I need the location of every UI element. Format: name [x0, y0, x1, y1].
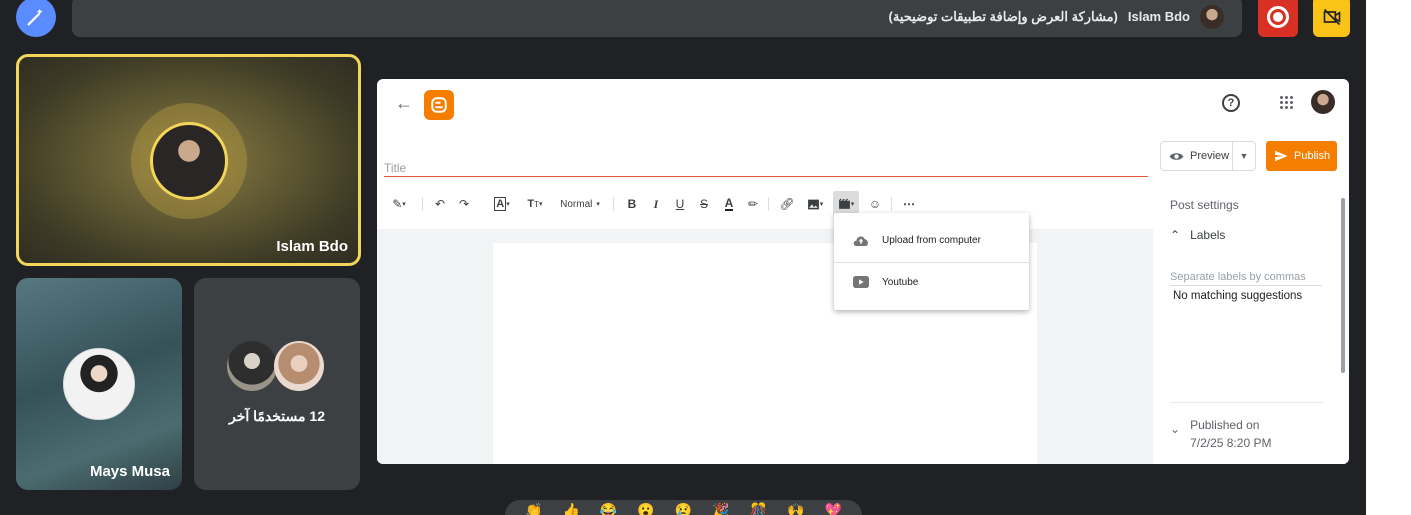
publish-label: Publish — [1294, 150, 1331, 162]
chevron-down-icon: ▼ — [1239, 151, 1249, 161]
participant-tile-active[interactable]: Islam Bdo — [16, 54, 361, 266]
published-on-value: 7/2/25 8:20 PM — [1190, 436, 1272, 450]
camera-off-button[interactable] — [1313, 0, 1350, 37]
highlight-icon[interactable]: ✏ — [745, 191, 761, 217]
reactions-bar: 👏 👍 😂 😮 😢 🎉 🎊 🙌 💖 — [505, 500, 862, 515]
preview-label: Preview — [1190, 150, 1230, 162]
preview-dropdown-button[interactable]: ▼ — [1232, 141, 1256, 171]
send-icon — [1275, 150, 1288, 162]
help-icon[interactable]: ? — [1222, 94, 1240, 112]
toolbar-divider — [613, 197, 614, 211]
presenter-name: Islam Bdo — [1127, 9, 1190, 24]
post-settings-title: Post settings — [1170, 198, 1239, 212]
strikethrough-icon[interactable]: S — [697, 191, 711, 217]
chevron-down-icon: ⌄ — [1170, 422, 1181, 436]
reaction-icon[interactable]: 😮 — [637, 502, 654, 515]
reaction-icon[interactable]: 😂 — [600, 502, 617, 515]
redo-icon[interactable]: ↷ — [456, 191, 472, 217]
image-icon[interactable]: ▾ — [804, 191, 826, 217]
video-insert-menu: Upload from computer Youtube — [834, 213, 1029, 310]
post-settings-panel: Post settings ⌃ Labels No matching sugge… — [1154, 184, 1349, 464]
reaction-icon[interactable]: 🎉 — [712, 502, 729, 515]
menu-item-label: Upload from computer — [882, 234, 981, 246]
post-title-input[interactable] — [384, 153, 1148, 177]
back-arrow-icon[interactable]: ← — [395, 93, 413, 114]
apps-grid-icon[interactable] — [1280, 96, 1294, 110]
magic-wand-icon — [27, 8, 43, 26]
font-icon[interactable]: A ▾ — [491, 191, 513, 217]
editor-toolbar: ✎ ▾ ↶ ↷ A ▾ T T ▾ Normal ▾ B I U S A ✏ 🔗︎ ▾ … — [377, 191, 1153, 217]
participant-tile[interactable]: Mays Musa — [16, 278, 182, 490]
link-icon[interactable]: 🔗︎ — [779, 191, 795, 217]
upload-from-computer-item[interactable]: Upload from computer — [834, 220, 1029, 260]
reaction-icon[interactable]: 👍 — [562, 502, 579, 515]
labels-input[interactable] — [1170, 268, 1322, 286]
published-on-section[interactable]: ⌄ Published on 7/2/25 8:20 PM — [1170, 416, 1271, 452]
no-suggestions-text: No matching suggestions — [1173, 290, 1303, 302]
reaction-icon[interactable]: 👏 — [525, 502, 542, 515]
shared-screen: ← ? Preview ▼ — [377, 79, 1349, 464]
reaction-icon[interactable]: 💖 — [825, 502, 842, 515]
text-size-icon[interactable]: T T ▾ — [524, 191, 546, 217]
reaction-icon[interactable]: 🙌 — [787, 502, 804, 515]
profile-avatar[interactable] — [1311, 90, 1335, 114]
undo-icon[interactable]: ↶ — [432, 191, 448, 217]
camera-off-icon — [1323, 8, 1340, 25]
blogger-icon — [431, 97, 447, 113]
youtube-item[interactable]: Youtube — [834, 262, 1029, 302]
eye-icon — [1169, 152, 1184, 160]
chevron-up-icon: ⌃ — [1170, 228, 1181, 242]
participant-name: Mays Musa — [89, 463, 170, 480]
presentation-banner: (مشاركة العرض وإضافة تطبيقات توضيحية) Is… — [72, 0, 1242, 37]
cloud-upload-icon — [852, 233, 870, 247]
participant-name: Islam Bdo — [276, 238, 348, 255]
preview-button[interactable]: Preview — [1160, 141, 1232, 171]
others-tile[interactable]: 12 مستخدمًا آخر — [194, 278, 360, 490]
blogger-logo[interactable] — [424, 90, 454, 120]
presentation-subtitle: (مشاركة العرض وإضافة تطبيقات توضيحية) — [888, 8, 1118, 24]
record-icon — [1267, 5, 1289, 28]
underline-icon[interactable]: U — [673, 191, 687, 217]
bold-icon[interactable]: B — [625, 191, 639, 217]
avatar — [63, 348, 135, 420]
labels-section-toggle[interactable]: ⌃ Labels — [1170, 228, 1225, 242]
scrollbar-thumb[interactable] — [1341, 198, 1345, 373]
toolbar-divider — [768, 197, 769, 211]
section-divider — [1170, 402, 1324, 403]
reaction-icon[interactable]: 🎊 — [750, 502, 767, 515]
meet-window: (مشاركة العرض وإضافة تطبيقات توضيحية) Is… — [0, 0, 1366, 515]
presenter-avatar — [1200, 4, 1224, 29]
paragraph-style-label: Normal — [560, 198, 593, 210]
italic-icon[interactable]: I — [649, 191, 663, 217]
sidebar-scrollbar[interactable] — [1340, 192, 1346, 462]
compose-mode-icon[interactable]: ✎ ▾ — [386, 191, 412, 217]
toolbar-divider — [422, 197, 423, 211]
publish-button[interactable]: Publish — [1266, 141, 1337, 171]
record-button[interactable] — [1258, 0, 1298, 37]
blogger-header: ← ? — [377, 79, 1349, 129]
editor-canvas — [377, 229, 1153, 464]
youtube-icon — [852, 276, 870, 288]
chevron-down-icon: ▾ — [596, 201, 600, 208]
published-on-label: Published on — [1190, 418, 1260, 432]
text-color-icon[interactable]: A — [721, 191, 737, 217]
avatar — [150, 122, 228, 200]
avatar — [274, 341, 324, 391]
labels-header: Labels — [1190, 228, 1226, 242]
reaction-icon[interactable]: 😢 — [675, 502, 692, 515]
paragraph-style-dropdown[interactable]: Normal ▾ — [555, 191, 605, 217]
host-controls-button[interactable] — [16, 0, 56, 37]
speaking-indicator — [131, 103, 247, 219]
avatar — [227, 341, 277, 391]
others-count-label: 12 مستخدمًا آخر — [229, 408, 325, 424]
toolbar-divider — [891, 197, 892, 211]
menu-item-label: Youtube — [882, 276, 919, 288]
